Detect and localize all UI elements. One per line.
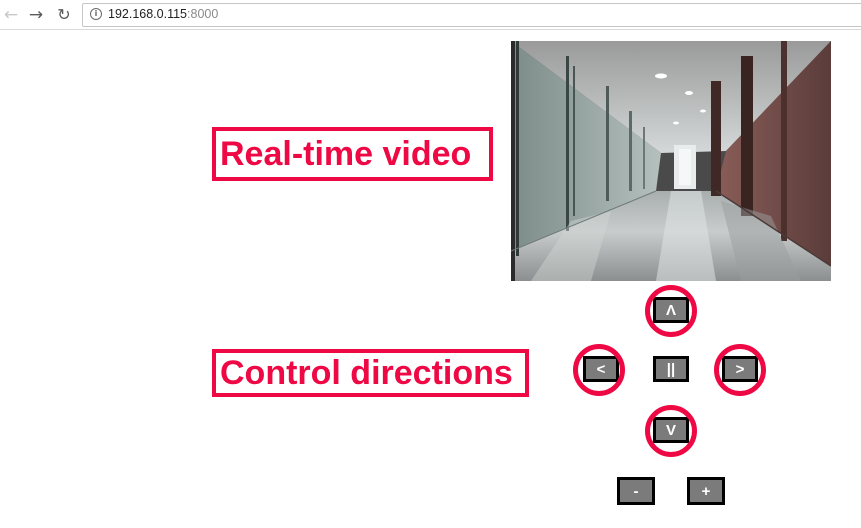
speed-up-button[interactable]: + (687, 477, 725, 505)
forward-button[interactable]: Λ (653, 297, 689, 323)
control-directions-label: Control directions (212, 349, 529, 397)
right-button[interactable]: > (722, 356, 758, 382)
real-time-video-label: Real-time video (212, 127, 493, 181)
backward-button[interactable]: V (653, 417, 689, 443)
info-icon[interactable]: i (90, 8, 102, 20)
url-port: :8000 (187, 7, 219, 21)
browser-toolbar: ← → ↻ i 192.168.0.115:8000 (0, 0, 861, 30)
url-host: 192.168.0.115 (108, 7, 188, 21)
corridor-video-frame (511, 41, 831, 281)
control-directions-label-text: Control directions (220, 354, 513, 392)
reload-icon[interactable]: ↻ (53, 4, 75, 26)
address-bar[interactable]: i 192.168.0.115:8000 (82, 3, 861, 27)
real-time-video-label-text: Real-time video (220, 135, 472, 173)
back-arrow-icon[interactable]: ← (0, 4, 22, 26)
video-stream (511, 41, 831, 281)
left-button[interactable]: < (583, 356, 619, 382)
url-text[interactable]: 192.168.0.115:8000 (108, 7, 218, 21)
forward-arrow-icon[interactable]: → (25, 4, 47, 26)
stop-button[interactable]: || (653, 356, 689, 382)
speed-down-button[interactable]: - (617, 477, 655, 505)
